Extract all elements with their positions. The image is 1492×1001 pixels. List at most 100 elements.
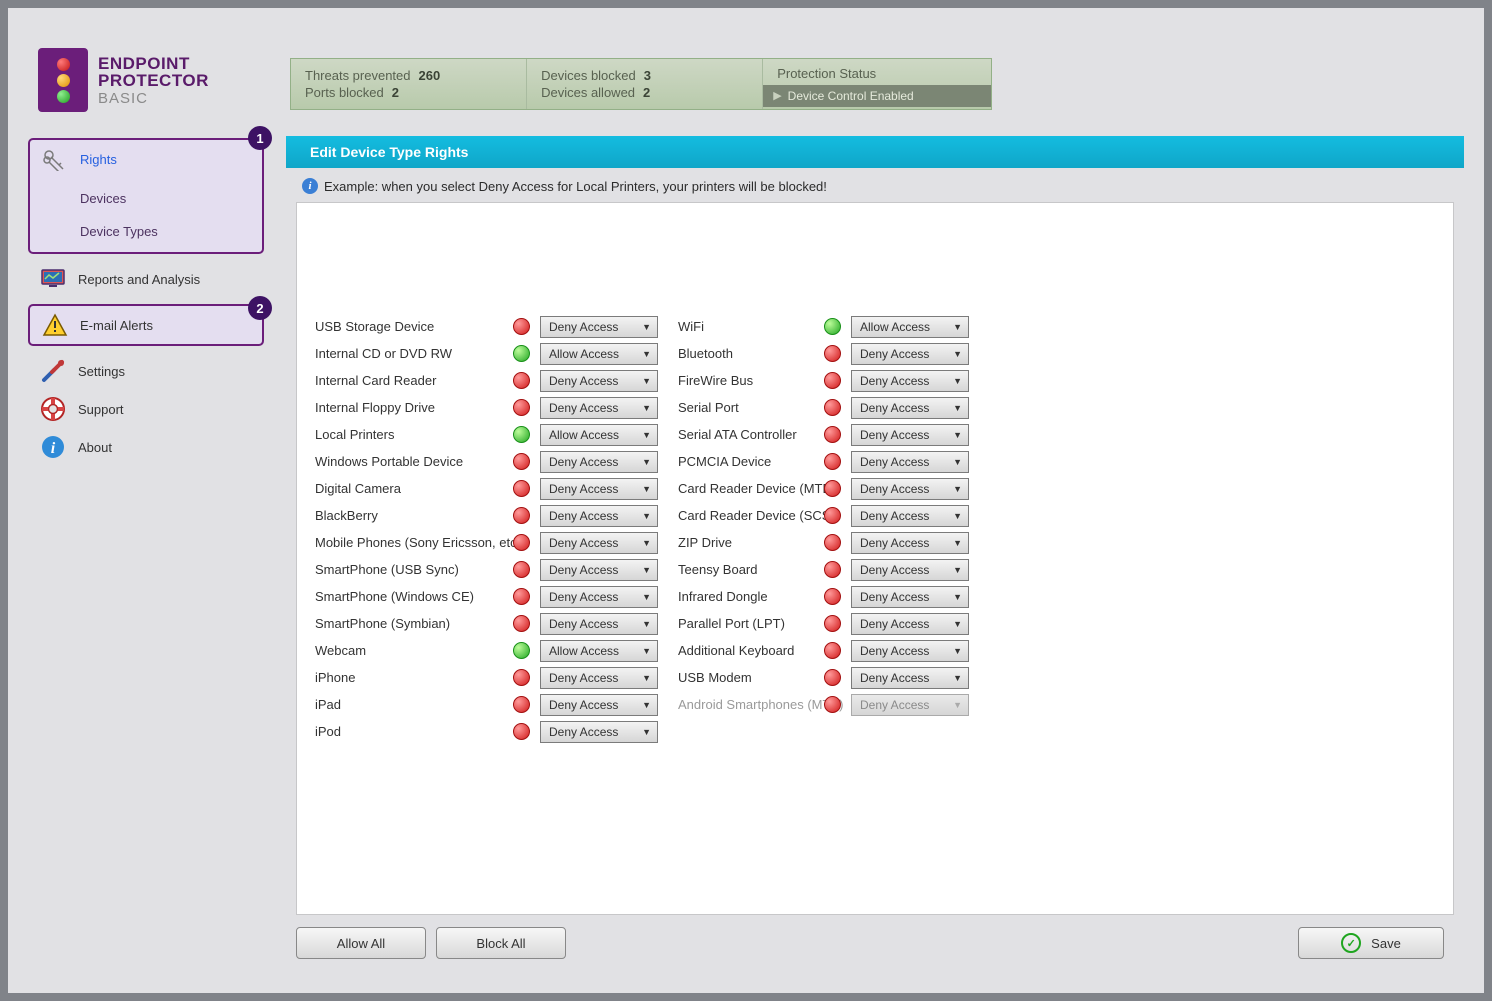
access-combo[interactable]: Deny Access ▼: [540, 559, 658, 581]
status-deny-icon: [513, 507, 530, 524]
device-name: Windows Portable Device: [315, 454, 509, 469]
device-row: Digital Camera Deny Access▼: [315, 475, 658, 502]
access-combo[interactable]: Deny Access▼: [851, 532, 969, 554]
sidebar-sub-device-types[interactable]: Device Types: [80, 215, 262, 248]
access-combo[interactable]: Deny Access▼: [851, 667, 969, 689]
stat-devblocked-label: Devices blocked: [541, 68, 636, 83]
access-combo[interactable]: Allow Access▼: [540, 424, 658, 446]
lifebuoy-icon: [38, 394, 68, 424]
access-combo[interactable]: Deny Access▼: [540, 316, 658, 338]
chevron-down-icon: ▼: [642, 565, 651, 575]
chevron-down-icon: ▼: [953, 376, 962, 386]
device-row: Infrared Dongle Deny Access▼: [678, 583, 969, 610]
access-combo[interactable]: Deny Access▼: [851, 559, 969, 581]
chevron-down-icon: ▼: [953, 430, 962, 440]
chevron-down-icon: ▼: [642, 484, 651, 494]
device-name: Infrared Dongle: [678, 589, 820, 604]
device-row: Parallel Port (LPT)Deny Access▼: [678, 610, 969, 637]
sidebar-item-reports[interactable]: Reports and Analysis: [28, 260, 264, 298]
sidebar-item-support[interactable]: Support: [28, 390, 264, 428]
save-button-label: Save: [1371, 936, 1401, 951]
access-combo-value: Deny Access: [860, 482, 929, 496]
access-combo-value: Deny Access: [860, 428, 929, 442]
status-allow-icon: [513, 426, 530, 443]
page-title: Edit Device Type Rights: [310, 144, 468, 160]
device-name: WiFi: [678, 319, 820, 334]
status-deny-icon: [513, 561, 530, 578]
device-row: Card Reader Device (SCSI) Deny Access▼: [678, 502, 969, 529]
sidebar-item-about[interactable]: i About: [28, 428, 264, 466]
access-combo-value: Deny Access: [549, 401, 618, 415]
device-name: iPhone: [315, 670, 509, 685]
device-row: Internal Card Reader Deny Access▼: [315, 367, 658, 394]
sidebar-sub-devices[interactable]: Devices: [80, 182, 262, 215]
device-row: Serial ATA Controller Deny Access ▼: [678, 421, 969, 448]
device-row: iPhone Deny Access▼: [315, 664, 658, 691]
sidebar-item-settings[interactable]: Settings: [28, 352, 264, 390]
access-combo[interactable]: Allow Access▼: [540, 640, 658, 662]
access-combo[interactable]: Deny Access▼: [540, 370, 658, 392]
access-combo[interactable]: Deny Access▼: [851, 397, 969, 419]
chevron-down-icon: ▼: [642, 430, 651, 440]
access-combo-value: Deny Access: [549, 563, 618, 577]
access-combo[interactable]: Deny Access▼: [540, 694, 658, 716]
access-combo[interactable]: Deny Access▼: [851, 613, 969, 635]
status-deny-icon: [824, 642, 841, 659]
access-combo[interactable]: Deny Access▼: [540, 478, 658, 500]
access-combo[interactable]: Deny Access▼: [851, 370, 969, 392]
access-combo[interactable]: Deny Access▼: [851, 640, 969, 662]
save-button[interactable]: ✓ Save: [1298, 927, 1444, 959]
device-row: WebcamAllow Access▼: [315, 637, 658, 664]
block-all-button[interactable]: Block All: [436, 927, 566, 959]
chevron-down-icon: ▼: [642, 646, 651, 656]
access-combo[interactable]: Allow Access▼: [540, 343, 658, 365]
device-name: Internal Card Reader: [315, 373, 509, 388]
device-row: ZIP DriveDeny Access▼: [678, 529, 969, 556]
access-combo[interactable]: Deny Access▼: [540, 586, 658, 608]
access-combo[interactable]: Deny Access▼: [540, 451, 658, 473]
device-row: SmartPhone (Symbian)Deny Access▼: [315, 610, 658, 637]
badge-1: 1: [248, 126, 272, 150]
device-name: Internal Floppy Drive: [315, 400, 509, 415]
access-combo[interactable]: Deny Access▼: [540, 721, 658, 743]
device-name: USB Modem: [678, 670, 820, 685]
access-combo-value: Deny Access: [860, 563, 929, 577]
access-combo[interactable]: Deny Access▼: [540, 532, 658, 554]
status-deny-icon: [824, 615, 841, 632]
chevron-down-icon: ▼: [953, 511, 962, 521]
status-deny-icon: [824, 669, 841, 686]
sidebar-item-about-label: About: [78, 440, 112, 455]
access-combo-value: Deny Access: [860, 455, 929, 469]
info-line: i Example: when you select Deny Access f…: [286, 168, 1464, 200]
sidebar-item-rights[interactable]: Rights: [30, 140, 262, 178]
device-name: Serial ATA Controller: [678, 427, 820, 442]
status-deny-icon: [513, 588, 530, 605]
device-name: USB Storage Device: [315, 319, 509, 334]
access-combo-value: Allow Access: [860, 320, 930, 334]
access-combo[interactable]: Deny Access▼: [851, 478, 969, 500]
logo-line1: ENDPOINT: [98, 55, 209, 72]
device-name: iPad: [315, 697, 509, 712]
device-name: Card Reader Device (SCSI): [678, 508, 820, 523]
access-combo[interactable]: Deny Access▼: [540, 397, 658, 419]
logo-line3: BASIC: [98, 91, 209, 106]
access-combo[interactable]: Allow Access▼: [851, 316, 969, 338]
access-combo[interactable]: Deny Access▼: [540, 505, 658, 527]
access-combo[interactable]: Deny Access ▼: [851, 424, 969, 446]
device-name: Digital Camera: [315, 481, 509, 496]
access-combo[interactable]: Deny Access▼: [851, 586, 969, 608]
device-name: Card Reader Device (MTD): [678, 481, 820, 496]
access-combo[interactable]: Deny Access▼: [851, 451, 969, 473]
device-name: PCMCIA Device: [678, 454, 820, 469]
access-combo[interactable]: Deny Access▼: [851, 343, 969, 365]
sidebar-item-alerts[interactable]: E-mail Alerts: [30, 306, 262, 344]
chevron-down-icon: ▼: [642, 727, 651, 737]
stats-panel: Threats prevented 260 Ports blocked 2 De…: [290, 58, 992, 110]
allow-all-button[interactable]: Allow All: [296, 927, 426, 959]
keys-icon: [40, 144, 70, 174]
device-row: SmartPhone (Windows CE)Deny Access▼: [315, 583, 658, 610]
stat-protection-status[interactable]: ▶ Device Control Enabled: [763, 85, 991, 107]
access-combo[interactable]: Deny Access▼: [851, 505, 969, 527]
access-combo[interactable]: Deny Access▼: [540, 613, 658, 635]
access-combo[interactable]: Deny Access▼: [540, 667, 658, 689]
